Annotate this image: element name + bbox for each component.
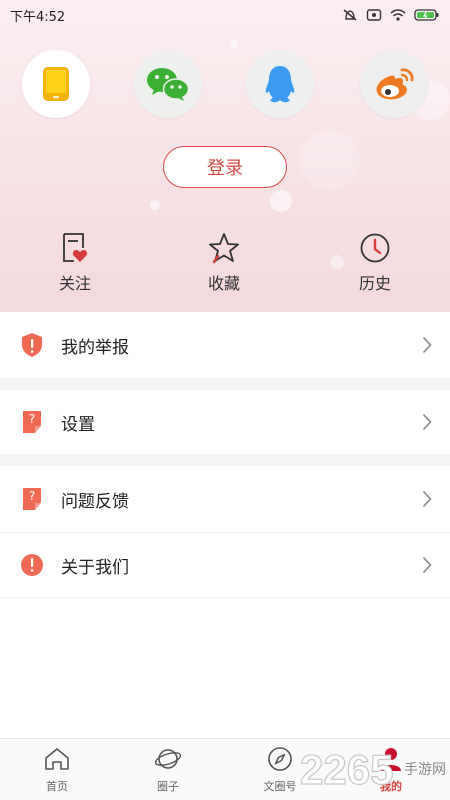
bokeh-light xyxy=(300,130,360,190)
status-time: 下午4:52 xyxy=(10,9,66,25)
tab-label: 我的 xyxy=(380,780,402,793)
tab-label: 首页 xyxy=(46,780,68,793)
chevron-right-icon xyxy=(422,556,432,574)
history-label: 历史 xyxy=(358,274,391,293)
home-icon xyxy=(45,748,69,770)
menu-item-my-reports[interactable]: 我的举报 xyxy=(0,312,450,378)
login-button[interactable]: 登录 xyxy=(163,146,287,188)
menu-separator xyxy=(0,378,450,390)
tab-label: 文圈号 xyxy=(263,780,297,793)
tab-label: 圈子 xyxy=(157,780,179,793)
screen-record-icon xyxy=(366,9,382,21)
qq-icon xyxy=(265,66,295,103)
mute-icon xyxy=(343,9,357,21)
wifi-icon xyxy=(390,9,406,21)
menu-label: 设置 xyxy=(61,414,95,435)
menu-item-feedback[interactable]: ? 问题反馈 xyxy=(0,466,450,532)
info-icon xyxy=(21,554,43,576)
favorites-label: 收藏 xyxy=(207,274,240,293)
wechat-login-button[interactable] xyxy=(134,50,202,118)
tab-home[interactable]: 首页 xyxy=(22,745,92,799)
menu-item-about-us[interactable]: 关于我们 xyxy=(0,533,450,597)
report-shield-icon xyxy=(22,333,42,357)
follow-label: 关注 xyxy=(58,274,91,293)
chevron-right-icon xyxy=(422,413,432,431)
qq-login-button[interactable] xyxy=(246,50,314,118)
bottom-nav: 首页 圈子 文圈号 我的 xyxy=(0,738,450,800)
menu-divider xyxy=(0,597,450,598)
settings-edit-icon: ? xyxy=(23,411,41,433)
phone-login-button[interactable] xyxy=(22,50,90,118)
menu-item-settings[interactable]: ? 设置 xyxy=(0,390,450,454)
feedback-edit-icon: ? xyxy=(23,488,41,510)
planet-icon xyxy=(154,749,182,769)
profile-icon xyxy=(381,748,401,771)
chevron-right-icon xyxy=(422,490,432,508)
clock-icon xyxy=(360,233,390,263)
tab-article[interactable]: 文圈号 xyxy=(245,745,315,799)
social-login-row xyxy=(0,50,450,120)
status-icons xyxy=(342,8,440,22)
phone-icon xyxy=(43,67,69,101)
chevron-right-icon xyxy=(422,336,432,354)
wechat-icon xyxy=(147,68,190,101)
battery-icon xyxy=(414,9,439,21)
status-bar: 下午4:52 xyxy=(0,0,450,30)
bokeh-light xyxy=(230,40,238,48)
menu-label: 问题反馈 xyxy=(61,491,129,512)
svg-text:?: ? xyxy=(29,412,35,426)
weibo-login-button[interactable] xyxy=(360,50,428,118)
star-icon xyxy=(209,233,239,264)
menu-label: 我的举报 xyxy=(61,337,129,358)
history-button[interactable]: 历史 xyxy=(335,232,415,302)
favorites-button[interactable]: 收藏 xyxy=(184,232,264,302)
bokeh-light xyxy=(150,200,160,210)
weibo-icon xyxy=(376,68,414,100)
tab-circle[interactable]: 圈子 xyxy=(133,745,203,799)
svg-text:?: ? xyxy=(29,489,35,503)
compass-icon xyxy=(268,747,292,771)
follow-heart-icon xyxy=(63,233,88,262)
bokeh-light xyxy=(270,190,292,212)
follow-button[interactable]: 关注 xyxy=(35,232,115,302)
tab-mine[interactable]: 我的 xyxy=(356,745,426,799)
menu-label: 关于我们 xyxy=(61,557,129,578)
menu-separator xyxy=(0,454,450,466)
